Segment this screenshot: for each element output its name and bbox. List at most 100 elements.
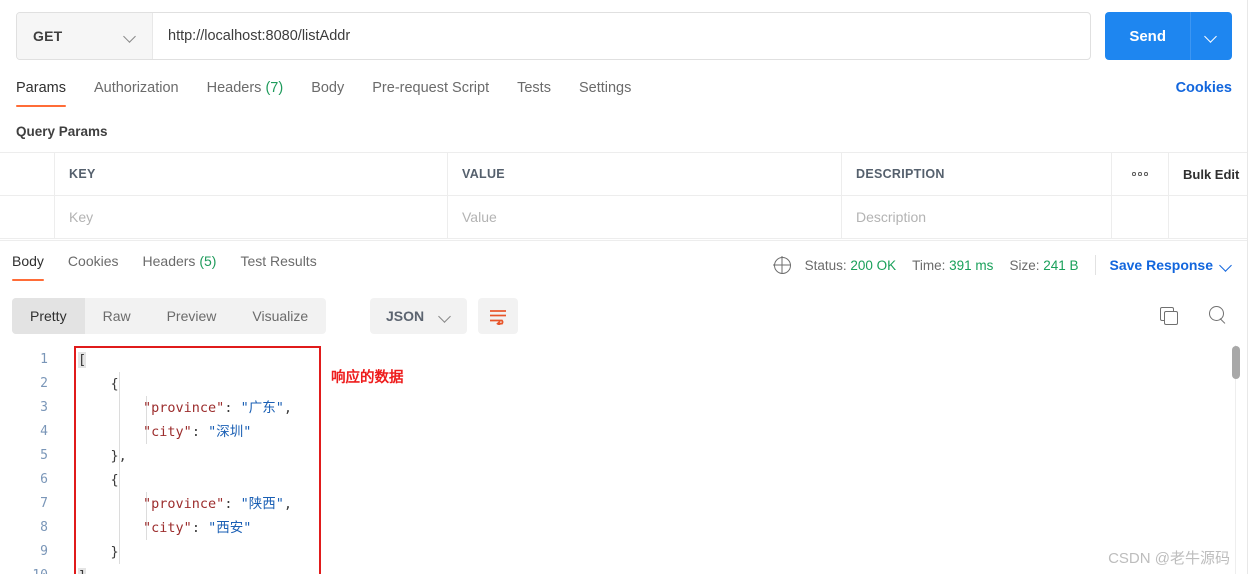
column-label: KEY (69, 167, 96, 181)
send-options-button[interactable] (1190, 12, 1232, 60)
tab-label: Tests (517, 80, 551, 96)
tab-params[interactable]: Params (16, 72, 66, 107)
code-token: , (283, 496, 292, 512)
params-options-button[interactable] (1112, 153, 1169, 195)
size-label: Size: (1009, 257, 1040, 273)
select-all-cell (0, 153, 55, 195)
code-token: "深圳" (208, 424, 252, 440)
chevron-down-icon (440, 311, 451, 322)
column-header-value: VALUE (448, 153, 842, 195)
search-icon[interactable] (1209, 306, 1228, 325)
time-badge: Time: 391 ms (912, 258, 993, 273)
code-token: "province" (143, 496, 225, 512)
url-input[interactable] (153, 13, 1091, 59)
view-mode-pretty[interactable]: Pretty (12, 298, 85, 334)
code-token: : (224, 496, 241, 512)
response-meta: Status: 200 OK Time: 391 ms Size: 241 B … (773, 255, 1233, 275)
row-checkbox-cell[interactable] (0, 196, 55, 238)
code-token: : (191, 424, 209, 440)
view-mode-preview[interactable]: Preview (149, 298, 235, 334)
code-token: "陕西" (240, 496, 284, 512)
column-label: DESCRIPTION (856, 167, 945, 181)
code-line: [ (78, 348, 328, 372)
code-token: "province" (143, 400, 225, 416)
line-number: 1 (40, 352, 48, 367)
response-scrollbar-track (1235, 345, 1236, 574)
code-line: }, (78, 444, 328, 468)
line-number: 4 (40, 424, 48, 439)
json-code-content[interactable]: [ { "province": "广东", "city": "深圳" }, { … (78, 348, 328, 574)
copy-icon[interactable] (1160, 307, 1178, 325)
request-tabs: Params Authorization Headers (7) Body Pr… (0, 72, 1248, 112)
code-line: "province": "陕西", (78, 492, 328, 516)
save-response-button[interactable]: Save Response (1110, 257, 1233, 273)
key-cell[interactable]: Key (55, 196, 448, 238)
more-options-icon (1132, 172, 1148, 176)
response-view-controls: Pretty Raw Preview Visualize JSON (0, 292, 1248, 342)
line-number-gutter: 1 2 3 4 5 6 7 8 9 10 (0, 348, 60, 574)
code-token: [ (78, 352, 87, 368)
time-label: Time: (912, 257, 946, 273)
tab-label: Settings (578, 80, 632, 96)
response-format-label: JSON (386, 308, 425, 324)
response-tab-body[interactable]: Body (12, 245, 44, 281)
tab-label: Params (16, 80, 66, 96)
wrap-lines-button[interactable] (478, 298, 518, 334)
bulk-edit-button[interactable]: Bulk Edit (1169, 153, 1248, 195)
code-token: : (191, 520, 209, 536)
code-token: } (78, 544, 119, 560)
response-tab-test-results[interactable]: Test Results (240, 245, 316, 281)
response-tab-cookies[interactable]: Cookies (68, 245, 119, 281)
key-input-placeholder: Key (69, 209, 94, 225)
line-number: 3 (40, 400, 48, 415)
table-row: Key Value Description (0, 196, 1248, 239)
tab-tests[interactable]: Tests (517, 72, 551, 107)
code-token: { (78, 472, 119, 488)
chevron-down-icon (125, 31, 136, 42)
row-bulk-cell (1169, 196, 1248, 238)
code-line: ] (78, 564, 328, 574)
save-response-label: Save Response (1109, 257, 1214, 273)
tab-settings[interactable]: Settings (579, 72, 631, 107)
http-method-selector[interactable]: GET (17, 13, 153, 59)
line-number: 2 (40, 376, 48, 391)
row-options-cell[interactable] (1112, 196, 1169, 238)
code-line: "city": "西安" (78, 516, 328, 540)
value-input-placeholder: Value (462, 209, 497, 225)
tab-count-badge: (7) (265, 80, 284, 96)
code-token: "city" (143, 424, 192, 440)
code-token: ] (78, 568, 87, 574)
response-bar: Body Cookies Headers (5) Test Results St… (0, 240, 1248, 288)
code-line: { (78, 372, 328, 396)
response-scrollbar-thumb[interactable] (1232, 346, 1240, 379)
tab-authorization[interactable]: Authorization (94, 72, 179, 107)
line-number: 5 (40, 448, 48, 463)
response-tabs: Body Cookies Headers (5) Test Results (12, 245, 341, 281)
cookies-link[interactable]: Cookies (1176, 80, 1232, 96)
send-group: Send (1105, 12, 1232, 60)
value-cell[interactable]: Value (448, 196, 842, 238)
description-cell[interactable]: Description (842, 196, 1112, 238)
line-number: 8 (40, 520, 48, 535)
response-tab-headers[interactable]: Headers (5) (143, 245, 217, 281)
code-token: { (78, 376, 119, 392)
column-header-key: KEY (55, 153, 448, 195)
tab-body[interactable]: Body (311, 72, 344, 107)
code-token: "广东" (240, 400, 284, 416)
tab-pre-request-script[interactable]: Pre-request Script (372, 72, 489, 107)
code-line: { (78, 468, 328, 492)
annotation-text: 响应的数据 (331, 370, 404, 386)
tab-headers[interactable]: Headers (7) (207, 72, 284, 107)
code-line: "province": "广东", (78, 396, 328, 420)
bulk-edit-label: Bulk Edit (1183, 166, 1240, 182)
view-mode-raw[interactable]: Raw (85, 298, 149, 334)
response-format-selector[interactable]: JSON (370, 298, 468, 334)
response-actions (1160, 306, 1228, 325)
send-button[interactable]: Send (1105, 12, 1190, 60)
tab-label: Pre-request Script (372, 80, 490, 96)
view-mode-visualize[interactable]: Visualize (234, 298, 326, 334)
code-token: , (283, 400, 292, 416)
watermark: CSDN @老牛源码 (1108, 550, 1230, 567)
